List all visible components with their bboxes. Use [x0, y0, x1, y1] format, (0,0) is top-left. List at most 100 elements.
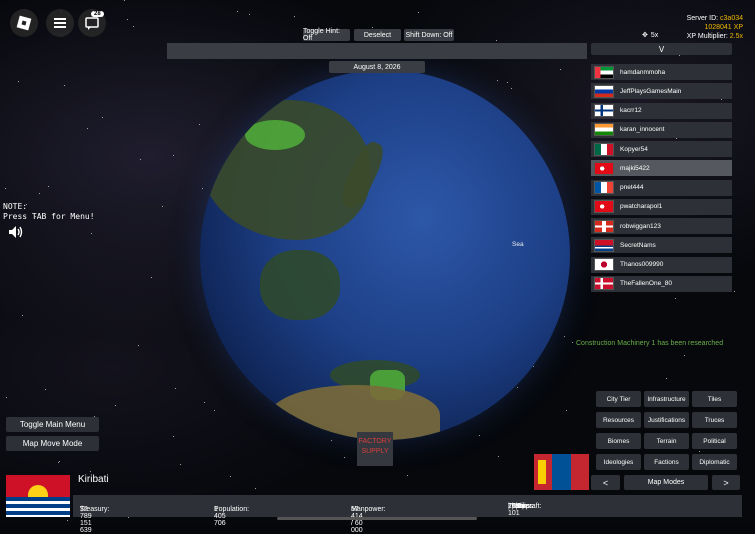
star: [511, 88, 512, 89]
star: [372, 27, 373, 28]
political-mode-button[interactable]: Political: [692, 433, 737, 449]
player-name: pnet444: [620, 184, 644, 191]
star: [344, 457, 345, 458]
player-row[interactable]: kacrr12: [591, 102, 732, 119]
aircraft-value: 0: [517, 502, 522, 510]
australia-landmass: [270, 385, 440, 440]
ideologies-mode-button[interactable]: Ideologies: [596, 454, 641, 470]
speaker-icon[interactable]: [8, 225, 24, 244]
flag-center-band: [552, 454, 571, 490]
scroll-indicator: [277, 517, 477, 520]
hamburger-icon: [54, 18, 66, 20]
player-name: pwatcharapol1: [620, 203, 663, 211]
star: [331, 440, 332, 441]
star: [87, 128, 88, 129]
infrastructure-mode-button[interactable]: Infrastructure: [644, 391, 689, 407]
factory-label: FACTORY: [358, 438, 392, 445]
terrain-mode-button[interactable]: Terrain: [644, 433, 689, 449]
player-name: robwiggan123: [620, 222, 661, 230]
player-flag-uae: [594, 65, 614, 79]
player-row[interactable]: pnet444: [591, 179, 732, 196]
map-modes-prev-button[interactable]: <: [591, 475, 620, 490]
map-move-mode-button[interactable]: Map Move Mode: [6, 436, 99, 451]
star: [497, 80, 498, 81]
toggle-hint-button[interactable]: Toggle Hint: Off: [303, 28, 350, 42]
player-row[interactable]: Thanos009990: [591, 256, 732, 273]
player-list-toggle-label: V: [658, 44, 665, 54]
player-row[interactable]: robwiggan123: [591, 218, 732, 234]
mongolia-territory: [245, 120, 305, 150]
star: [45, 389, 46, 390]
star: [199, 124, 200, 125]
city-tier-mode-button[interactable]: City Tier: [596, 391, 641, 407]
world-globe[interactable]: [200, 70, 570, 440]
player-row[interactable]: karan_innocent: [591, 121, 732, 138]
player-flag-mexico: [594, 142, 614, 156]
tiles-mode-button[interactable]: Tiles: [692, 391, 737, 407]
star: [58, 462, 59, 463]
star: [294, 16, 295, 17]
deselect-button[interactable]: Deselect: [354, 29, 401, 41]
biomes-mode-button[interactable]: Biomes: [596, 433, 641, 449]
shift-down-button[interactable]: Shift Down: Off: [404, 29, 454, 41]
xp-multiplier-value: 2.5x: [729, 33, 743, 40]
zoom-indicator: ✥ 5x: [642, 31, 659, 40]
roblox-menu-button[interactable]: [10, 9, 38, 37]
resources-mode-button[interactable]: Resources: [596, 412, 641, 428]
toggle-main-menu-button[interactable]: Toggle Main Menu: [6, 417, 99, 432]
factions-mode-button[interactable]: Factions: [644, 454, 689, 470]
soyombo-symbol: [538, 460, 546, 484]
factory-supply-button[interactable]: FACTORY SUPPLY: [357, 432, 393, 466]
star: [115, 405, 116, 406]
star: [124, 0, 125, 1]
player-name: kacrr12: [620, 107, 642, 114]
roblox-logo-icon: [16, 15, 32, 31]
star: [560, 69, 561, 70]
star: [151, 277, 152, 278]
truces-mode-button[interactable]: Truces: [692, 412, 737, 428]
justifications-mode-button[interactable]: Justifications: [644, 412, 689, 428]
star: [237, 11, 238, 12]
flag-waves: [6, 497, 70, 517]
player-row[interactable]: Kopyer54: [591, 141, 732, 157]
star: [22, 315, 23, 316]
map-modes-next-button[interactable]: >: [712, 475, 740, 490]
player-name: SecretNams: [620, 241, 656, 249]
player-name: JeffPlaysGamesMain: [620, 87, 682, 95]
southeast-asia-landmass: [260, 250, 340, 320]
star: [679, 55, 680, 56]
player-row[interactable]: hamdanmmoha: [591, 64, 732, 80]
player-row[interactable]: SecretNams: [591, 237, 732, 254]
hamburger-menu-button[interactable]: [46, 9, 74, 37]
star: [418, 12, 419, 13]
star: [140, 159, 141, 160]
xp-value: 1028041 XP: [704, 24, 743, 31]
star: [734, 291, 735, 292]
zoom-value: 5x: [650, 31, 659, 39]
country-name: Kiribati: [78, 474, 109, 485]
star: [564, 336, 565, 337]
star: [498, 456, 499, 457]
star: [173, 155, 174, 156]
player-flag-turkey: [594, 161, 614, 175]
star: [180, 464, 181, 465]
player-row[interactable]: majki5422: [591, 160, 732, 177]
server-id-value: c3a034: [720, 15, 743, 22]
star: [5, 188, 6, 189]
diplomatic-mode-button[interactable]: Diplomatic: [692, 454, 737, 470]
star: [666, 378, 667, 379]
star: [202, 188, 203, 189]
player-name: hamdanmmoha: [620, 68, 666, 76]
player-flag-japan: [594, 258, 614, 271]
player-row[interactable]: TheFallenOne_80: [591, 275, 732, 292]
star: [684, 355, 685, 356]
star: [407, 475, 408, 476]
player-list: hamdanmmoha JeffPlaysGamesMain kacrr12 kara…: [591, 64, 732, 295]
supply-label: SUPPLY: [361, 448, 389, 455]
star: [64, 85, 65, 86]
research-notification: Construction Machinery 1 has been resear…: [576, 340, 724, 347]
star: [214, 410, 215, 411]
player-row[interactable]: JeffPlaysGamesMain: [591, 83, 732, 100]
player-list-toggle[interactable]: V: [591, 43, 732, 55]
player-row[interactable]: pwatcharapol1: [591, 198, 732, 215]
